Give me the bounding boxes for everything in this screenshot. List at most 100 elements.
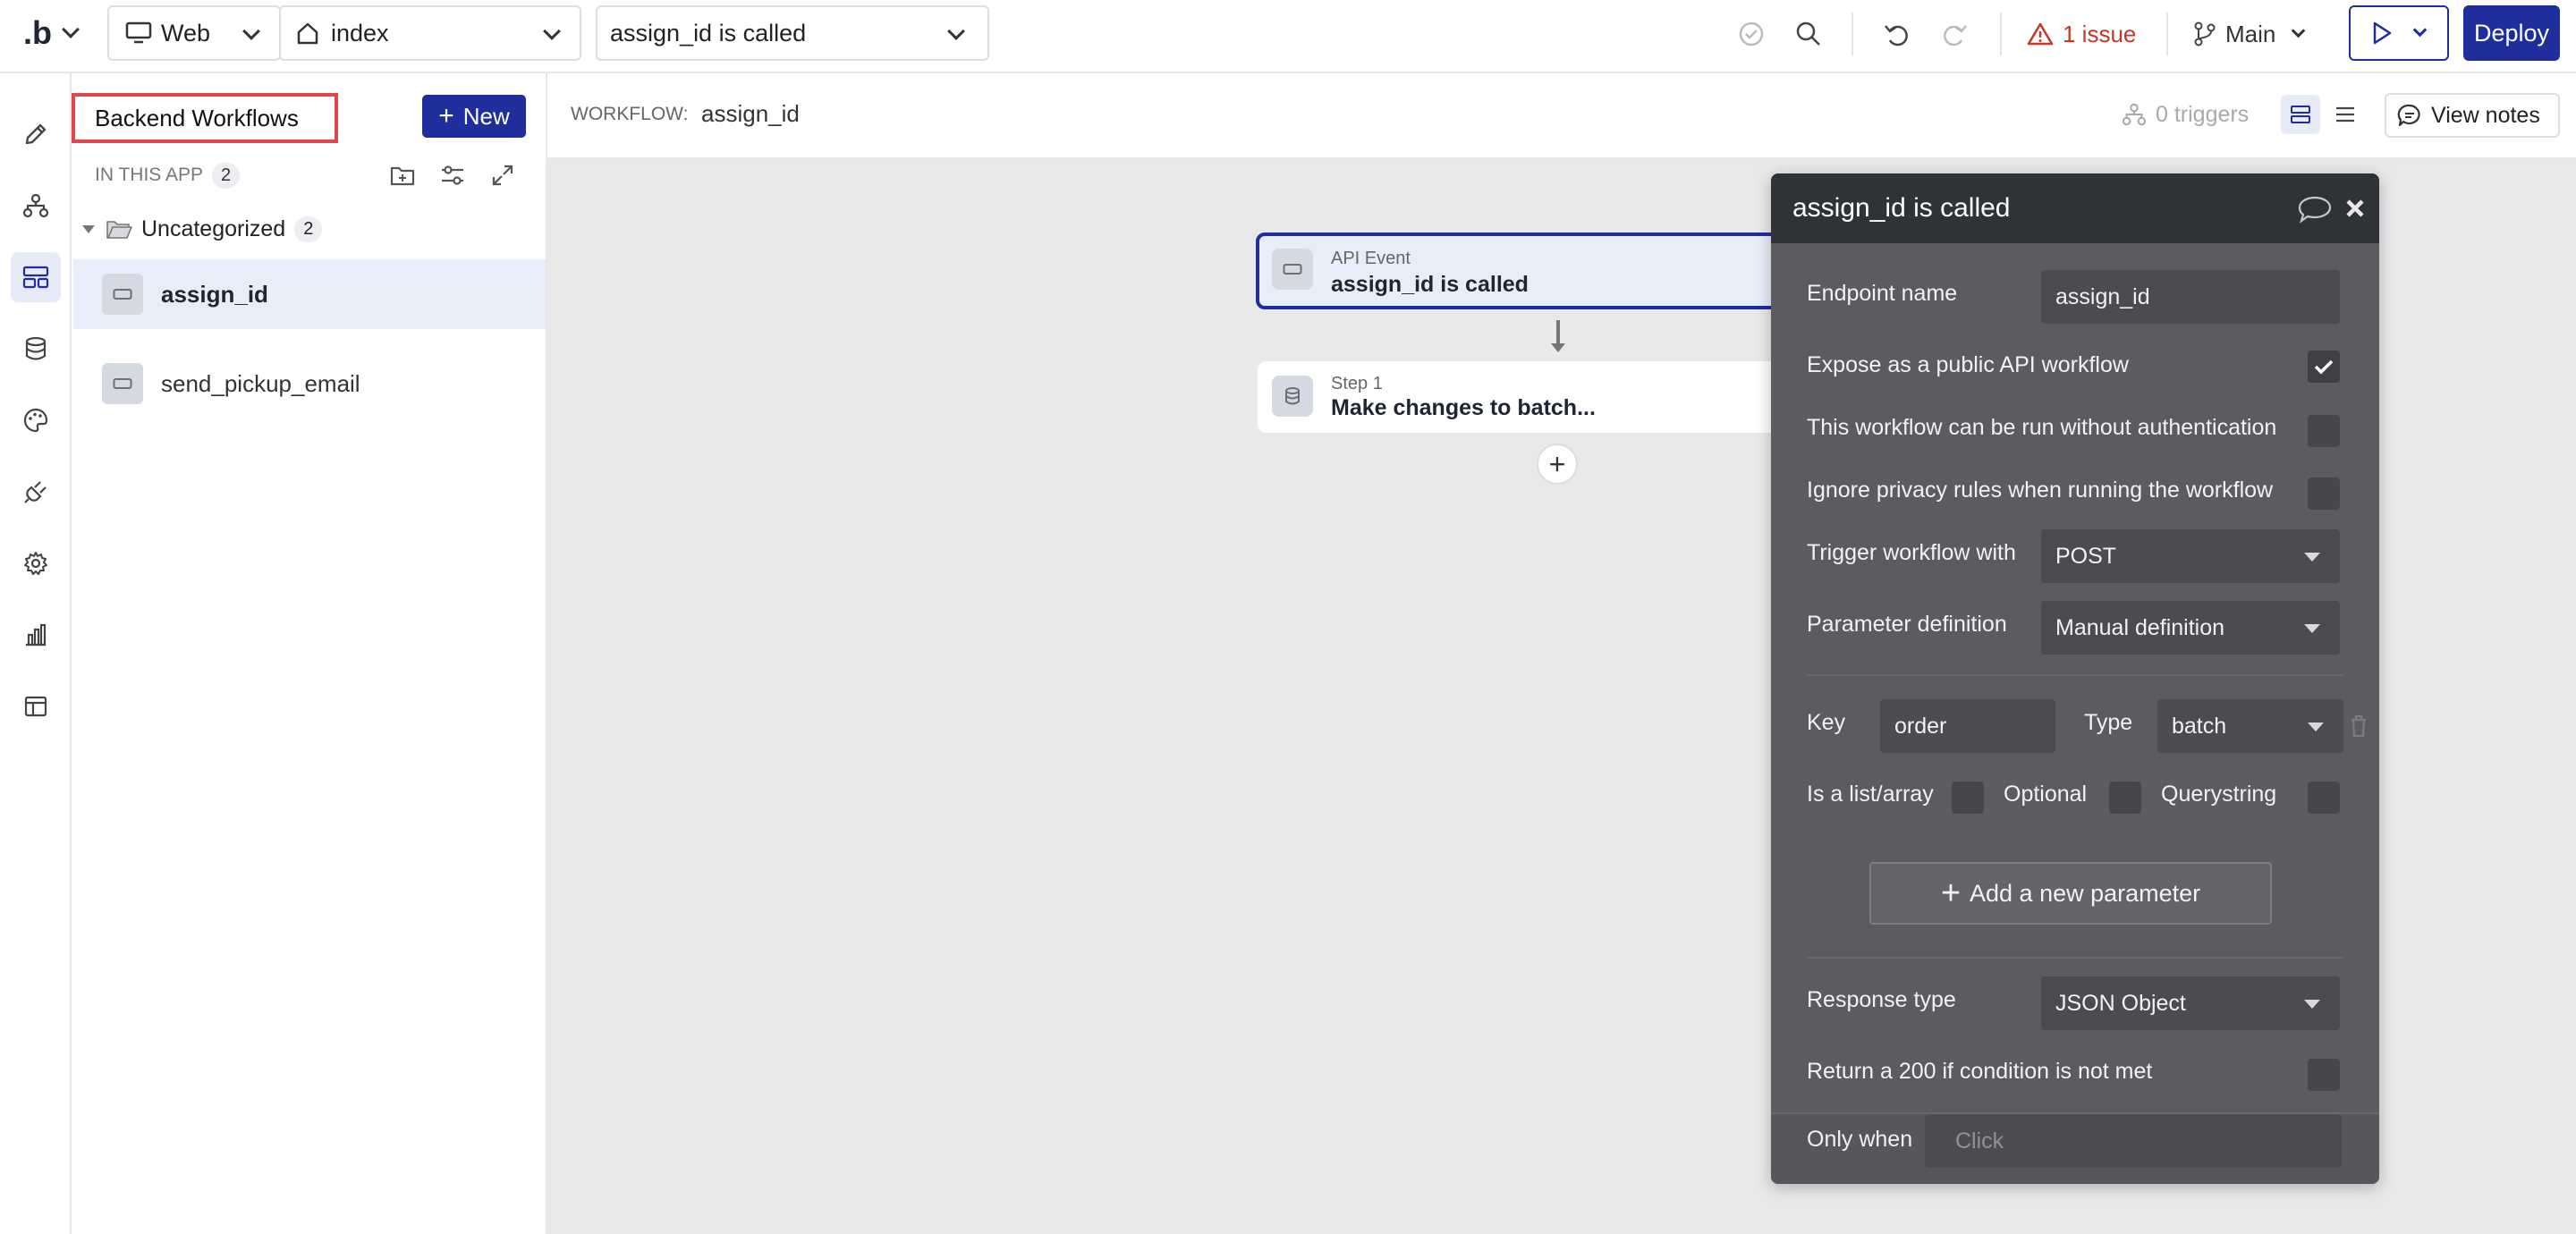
add-parameter-label: Add a new parameter	[1970, 879, 2201, 907]
deploy-button[interactable]: Deploy	[2463, 5, 2560, 61]
trigger-method-dropdown[interactable]: POST	[2041, 529, 2340, 583]
new-workflow-button[interactable]: + New	[422, 95, 526, 138]
page-label: index	[331, 19, 389, 46]
triggers-indicator: 0 triggers	[2122, 98, 2249, 131]
comment-icon[interactable]	[2297, 195, 2333, 224]
branch-select[interactable]: Main	[2193, 16, 2306, 52]
list-view-icon[interactable]	[2326, 95, 2365, 134]
add-parameter-button[interactable]: + Add a new parameter	[1869, 862, 2272, 925]
parameter-definition-dropdown[interactable]: Manual definition	[2041, 601, 2340, 655]
card-view-icon[interactable]	[2281, 95, 2320, 134]
workflow-list-item[interactable]: send_pickup_email	[73, 349, 546, 418]
expose-public-checkbox[interactable]	[2308, 351, 2340, 383]
logs-tab-chart-icon[interactable]	[11, 610, 61, 660]
search-icon[interactable]	[1792, 18, 1825, 50]
type-label: Type	[2084, 710, 2133, 735]
folder-row-uncategorized[interactable]: Uncategorized 2	[82, 211, 323, 247]
workflow-header: WORKFLOW: assign_id 0 triggers View note…	[547, 73, 2576, 159]
only-when-input[interactable]: Click	[1925, 1114, 2342, 1168]
close-icon[interactable]	[2343, 197, 2367, 220]
bubble-logo[interactable]: .b	[23, 14, 52, 52]
design-tab-pencil-icon[interactable]	[11, 109, 61, 159]
is-list-checkbox[interactable]	[1952, 782, 1984, 814]
panel-title-text: Backend Workflows	[95, 104, 299, 131]
folder-open-icon	[106, 221, 132, 239]
section-header: IN THIS APP 2	[95, 159, 241, 191]
step-title: Make changes to batch...	[1331, 395, 1596, 420]
event-title: assign_id is called	[1331, 272, 1529, 297]
folder-count-badge: 2	[294, 216, 323, 242]
filter-sliders-icon[interactable]	[436, 159, 469, 191]
view-notes-button[interactable]: View notes	[2385, 93, 2560, 138]
check-icon[interactable]	[1735, 18, 1767, 50]
divider	[1852, 13, 1853, 55]
response-type-dropdown[interactable]: JSON Object	[2041, 976, 2340, 1030]
trigger-method-label: Trigger workflow with	[1807, 540, 2016, 565]
ignore-privacy-checkbox[interactable]	[2308, 478, 2340, 510]
key-label: Key	[1807, 710, 1846, 735]
plugins-tab-plug-icon[interactable]	[11, 467, 61, 517]
data-tab-database-icon[interactable]	[11, 324, 61, 374]
backend-workflows-tab-icon[interactable]	[11, 252, 61, 302]
workflow-list-item[interactable]: assign_id	[73, 259, 546, 329]
home-icon	[297, 22, 318, 45]
new-folder-icon[interactable]	[386, 159, 419, 191]
api-event-icon	[102, 363, 143, 404]
querystring-checkbox[interactable]	[2308, 782, 2340, 814]
ignore-privacy-label: Ignore privacy rules when running the wo…	[1807, 478, 2274, 503]
is-list-label: Is a list/array	[1807, 782, 1934, 807]
trigger-method-value: POST	[2055, 543, 2117, 569]
preview-button[interactable]	[2349, 5, 2449, 61]
return-200-checkbox[interactable]	[2308, 1059, 2340, 1091]
workflow-select[interactable]: assign_id is called	[596, 5, 989, 61]
warning-icon	[2027, 22, 2054, 46]
caret-down-icon	[82, 224, 95, 233]
no-auth-checkbox[interactable]	[2308, 415, 2340, 447]
no-auth-label: This workflow can be run without authent…	[1807, 415, 2277, 440]
redo-icon[interactable]	[1939, 18, 1971, 50]
property-editor: assign_id is called Endpoint name assign…	[1771, 173, 2379, 1184]
expand-icon[interactable]	[487, 159, 519, 191]
parameter-key-input[interactable]: order	[1880, 699, 2055, 753]
dropdown-arrow-icon	[2304, 553, 2320, 562]
styles-tab-palette-icon[interactable]	[11, 395, 61, 445]
issues-label: 1 issue	[2063, 20, 2137, 47]
folder-name: Uncategorized	[141, 216, 286, 241]
workflow-tab-sitemap-icon[interactable]	[11, 181, 61, 231]
step-label: Step 1	[1331, 374, 1383, 393]
workflow-name: assign_id	[701, 100, 800, 127]
workflow-label: WORKFLOW:	[571, 104, 689, 124]
endpoint-name-input[interactable]: assign_id	[2041, 270, 2340, 324]
divider	[1807, 957, 2343, 959]
api-event-icon	[1272, 249, 1313, 290]
monitor-icon	[125, 21, 152, 44]
trash-icon[interactable]	[2349, 714, 2368, 739]
optional-label: Optional	[2004, 782, 2088, 807]
backend-workflows-panel: Backend Workflows + New IN THIS APP 2 Un…	[72, 73, 547, 1234]
platform-label: Web	[161, 19, 211, 46]
optional-checkbox[interactable]	[2109, 782, 2141, 814]
workflow-item-label: send_pickup_email	[161, 369, 360, 397]
page-select[interactable]: index	[279, 5, 581, 61]
dropdown-arrow-icon	[2308, 723, 2324, 731]
chevron-down-icon	[242, 22, 260, 40]
templates-tab-layout-icon[interactable]	[11, 681, 61, 731]
step-card[interactable]: Step 1 Make changes to batch...	[1258, 361, 1809, 433]
parameter-definition-label: Parameter definition	[1807, 612, 2007, 637]
issues-button[interactable]: 1 issue	[2027, 16, 2136, 52]
settings-tab-gear-icon[interactable]	[11, 538, 61, 588]
panel-title: Backend Workflows	[72, 93, 338, 143]
database-icon	[1272, 376, 1313, 417]
plus-icon: +	[438, 101, 454, 131]
parameter-definition-value: Manual definition	[2055, 614, 2225, 640]
undo-icon[interactable]	[1880, 18, 1912, 50]
querystring-label: Querystring	[2161, 782, 2277, 807]
branch-icon	[2194, 21, 2216, 46]
parameter-type-dropdown[interactable]: batch	[2157, 699, 2343, 753]
response-type-value: JSON Object	[2055, 990, 2186, 1016]
platform-select[interactable]: Web	[107, 5, 281, 61]
add-step-button[interactable]: +	[1537, 444, 1578, 485]
logo-menu-chevron-icon[interactable]	[62, 21, 80, 38]
event-card[interactable]: API Event assign_id is called	[1256, 232, 1810, 309]
plus-icon: +	[1940, 875, 1962, 912]
